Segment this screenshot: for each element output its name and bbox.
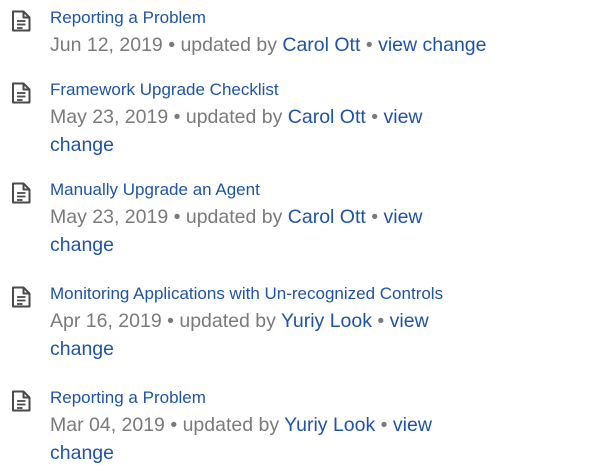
separator-bullet: • <box>170 414 178 436</box>
page-title-link[interactable]: Manually Upgrade an Agent <box>50 180 260 200</box>
view-change-text: change <box>50 442 114 464</box>
view-change-link[interactable]: view change <box>378 34 486 56</box>
separator-bullet: • <box>365 34 373 56</box>
view-change-text: view <box>389 310 429 332</box>
update-date: Apr 16, 2019 <box>50 310 162 332</box>
update-meta: Jun 12, 2019 • updated by Carol Ott • vi… <box>50 31 589 59</box>
separator-bullet: • <box>167 310 174 332</box>
view-change-text: change <box>50 234 114 256</box>
separator-bullet: • <box>173 206 181 228</box>
separator-bullet: • <box>377 310 385 332</box>
view-change-text: view <box>383 106 423 128</box>
page-title-link[interactable]: Reporting a Problem <box>50 8 206 28</box>
recent-updates-feed: Reporting a Problem Jun 12, 2019 • updat… <box>0 0 589 471</box>
separator-bullet: • <box>380 414 388 436</box>
update-date: May 23, 2019 <box>50 106 169 128</box>
document-page-icon <box>10 81 32 105</box>
view-change-text: change <box>50 134 114 156</box>
update-meta: Apr 16, 2019 • updated by Yuriy Look • v… <box>50 307 550 363</box>
separator-bullet: • <box>173 106 181 128</box>
updated-by-label: updated by <box>185 106 283 128</box>
update-date: Jun 12, 2019 <box>50 34 163 56</box>
updated-by-label: updated by <box>180 34 277 56</box>
document-page-icon <box>10 285 32 309</box>
page-title-link[interactable]: Framework Upgrade Checklist <box>50 80 279 100</box>
separator-bullet: • <box>371 206 379 228</box>
updated-by-label: updated by <box>182 414 280 436</box>
author-link[interactable]: Carol Ott <box>282 34 360 56</box>
update-date: May 23, 2019 <box>50 206 169 228</box>
update-date: Mar 04, 2019 <box>50 414 165 436</box>
author-link[interactable]: Yuriy Look <box>284 414 375 436</box>
updated-by-label: updated by <box>185 206 283 228</box>
update-meta: Mar 04, 2019 • updated by Yuriy Look • v… <box>50 411 550 467</box>
page-title-link[interactable]: Monitoring Applications with Un-recogniz… <box>50 284 443 304</box>
document-page-icon <box>10 181 32 205</box>
updated-by-label: updated by <box>179 310 276 332</box>
author-link[interactable]: Carol Ott <box>288 206 366 228</box>
separator-bullet: • <box>168 34 176 56</box>
update-meta: May 23, 2019 • updated by Carol Ott • vi… <box>50 203 550 259</box>
page-title-link[interactable]: Reporting a Problem <box>50 388 206 408</box>
document-page-icon <box>10 9 32 33</box>
view-change-text: view <box>392 414 432 436</box>
author-link[interactable]: Carol Ott <box>288 106 366 128</box>
update-meta: May 23, 2019 • updated by Carol Ott • vi… <box>50 103 550 159</box>
view-change-text: view <box>383 206 423 228</box>
document-page-icon <box>10 389 32 413</box>
view-change-text: change <box>50 338 114 360</box>
separator-bullet: • <box>371 106 379 128</box>
author-link[interactable]: Yuriy Look <box>281 310 372 332</box>
